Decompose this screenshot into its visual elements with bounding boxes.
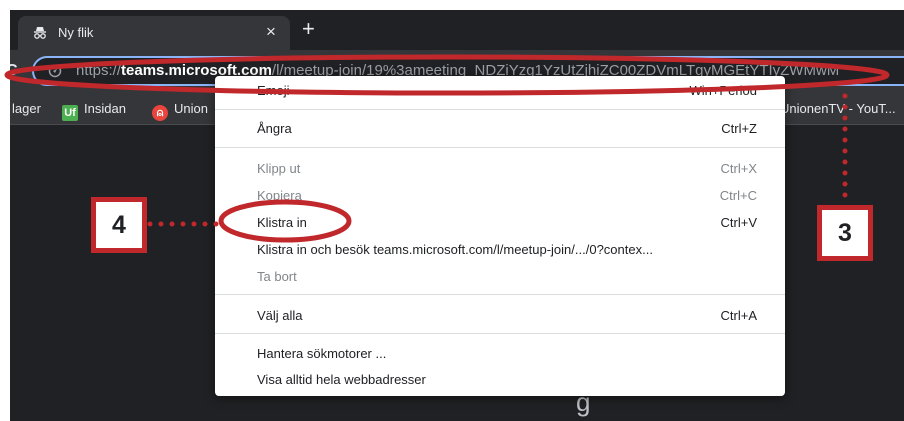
reload-icon[interactable]: C <box>10 62 18 80</box>
bookmark-lager[interactable]: lager <box>12 101 41 116</box>
tab-title: Ny flik <box>58 25 94 40</box>
menu-item-paste-and-go[interactable]: Klistra in och besök teams.microsoft.com… <box>215 237 785 263</box>
menu-item-select-all[interactable]: Välj alla Ctrl+A <box>215 303 785 329</box>
menu-divider <box>215 147 785 148</box>
menu-item-copy[interactable]: Kopiera Ctrl+C <box>215 183 785 209</box>
tab-new-tab[interactable]: Ny flik × <box>18 16 290 50</box>
menu-item-paste[interactable]: Klistra in Ctrl+V <box>215 210 785 236</box>
incognito-icon <box>34 27 46 39</box>
tab-strip: Ny flik × + <box>10 10 904 50</box>
menu-item-cut[interactable]: Klipp ut Ctrl+X <box>215 156 785 182</box>
unionen-logo-icon: ⍝ <box>152 105 168 121</box>
site-info-icon[interactable] <box>48 64 62 78</box>
menu-divider <box>215 333 785 334</box>
tab-close-icon[interactable]: × <box>266 22 276 42</box>
menu-divider <box>215 294 785 295</box>
menu-item-delete[interactable]: Ta bort <box>215 264 785 290</box>
step-marker-3: 3 <box>817 205 873 261</box>
bookmark-insidan[interactable]: Uf Insidan <box>62 101 126 121</box>
menu-item-emoji[interactable]: Emoji Win+Period <box>215 78 785 104</box>
new-tab-button[interactable]: + <box>302 17 315 41</box>
menu-item-manage-search-engines[interactable]: Hantera sökmotorer ... <box>215 341 785 367</box>
menu-divider <box>215 109 785 110</box>
uf-logo-icon: Uf <box>62 105 78 121</box>
bookmark-unionentv[interactable]: UnionenTV - YouT... <box>780 101 896 116</box>
context-menu: Emoji Win+Period Ångra Ctrl+Z Klipp ut C… <box>215 76 785 396</box>
step-marker-4: 4 <box>91 197 147 253</box>
menu-item-always-show-full-urls[interactable]: Visa alltid hela webbadresser <box>215 367 785 393</box>
menu-item-undo[interactable]: Ångra Ctrl+Z <box>215 116 785 142</box>
bookmark-union[interactable]: ⍝ Union <box>152 101 208 121</box>
